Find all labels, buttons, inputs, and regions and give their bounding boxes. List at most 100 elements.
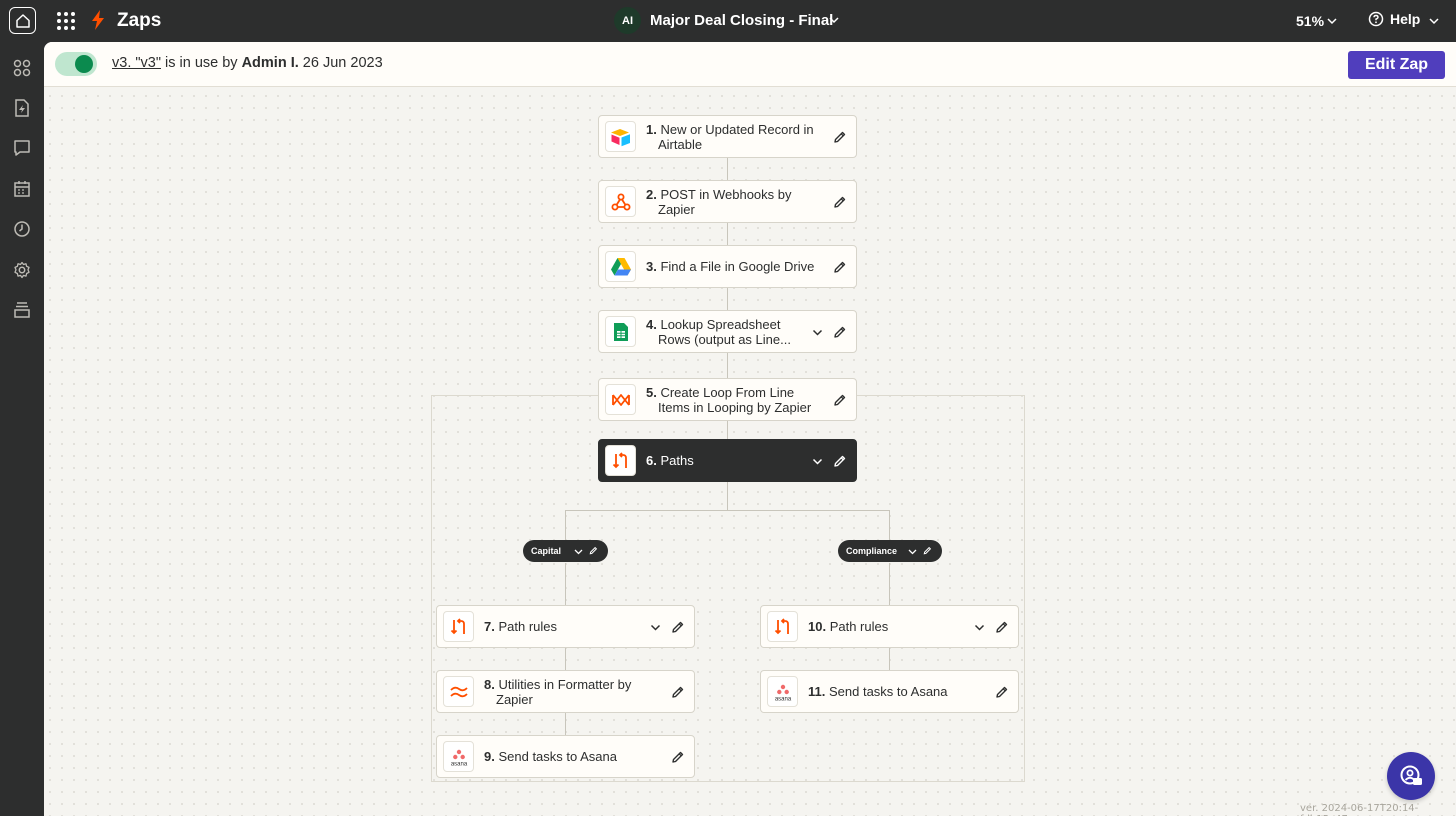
edit-pencil-icon[interactable]	[589, 546, 598, 555]
connector-line	[565, 510, 566, 541]
step-label: 11. Send tasks to Asana	[808, 684, 948, 699]
zap-step-2[interactable]: 2. POST in Webhooks by Zapier	[598, 180, 857, 223]
connector-line	[565, 510, 890, 511]
step-label: 10. Path rules	[808, 619, 889, 634]
step-label: 6. Paths	[646, 453, 694, 468]
edit-pencil-icon[interactable]	[833, 130, 847, 144]
chevron-down-icon[interactable]	[1326, 15, 1338, 27]
zapier-bolt-icon	[92, 10, 104, 30]
archive-icon[interactable]	[12, 300, 32, 320]
help-icon	[1368, 11, 1384, 27]
edit-pencil-icon[interactable]	[833, 325, 847, 339]
chevron-down-icon[interactable]	[974, 622, 985, 633]
zap-step-8[interactable]: 8. Utilities in Formatter by Zapier	[436, 670, 695, 713]
edit-pencil-icon[interactable]	[923, 546, 932, 555]
zoom-level[interactable]: 51%	[1296, 13, 1324, 29]
edit-pencil-icon[interactable]	[671, 750, 685, 764]
user-name: Admin I.	[241, 55, 299, 71]
version-date: 26 Jun 2023	[298, 55, 383, 71]
zap-step-7[interactable]: 7. Path rules	[436, 605, 695, 648]
chevron-down-icon[interactable]	[908, 547, 917, 556]
connector-line	[727, 421, 728, 440]
toggle-knob	[75, 55, 93, 73]
svg-text:asana: asana	[774, 696, 791, 702]
chevron-down-icon[interactable]	[574, 547, 583, 556]
help-button[interactable]: Help	[1368, 11, 1420, 27]
zap-canvas[interactable]: 1. New or Updated Record in Airtable 2. P…	[44, 42, 1456, 816]
zap-step-5[interactable]: 5. Create Loop From Line Items in Looping…	[598, 378, 857, 421]
connector-line	[565, 648, 566, 670]
connector-line	[727, 353, 728, 378]
ai-badge[interactable]: AI	[614, 7, 641, 34]
edit-pencil-icon[interactable]	[833, 260, 847, 274]
zap-status-bar: v3. "v3" is in use by Admin I. 26 Jun 20…	[44, 42, 1456, 87]
chevron-down-icon[interactable]	[1428, 15, 1440, 27]
edit-zap-button[interactable]: Edit Zap	[1348, 51, 1445, 79]
webhooks-icon	[605, 186, 636, 217]
paths-icon	[767, 611, 798, 642]
zap-step-10[interactable]: 10. Path rules	[760, 605, 1019, 648]
history-icon[interactable]	[12, 219, 32, 239]
edit-pencil-icon[interactable]	[671, 620, 685, 634]
step-label: 1. New or Updated Record in Airtable	[646, 122, 814, 152]
edit-pencil-icon[interactable]	[833, 454, 847, 468]
zap-editor: 1. New or Updated Record in Airtable 2. P…	[44, 42, 1456, 816]
step-label: 7. Path rules	[484, 619, 558, 634]
asana-icon: asana	[767, 676, 798, 707]
version-link[interactable]: v3. "v3"	[112, 55, 161, 71]
connector-line	[889, 510, 890, 541]
google-sheets-icon	[605, 316, 636, 347]
step-label: 2. POST in Webhooks by Zapier	[646, 187, 792, 217]
airtable-icon	[605, 121, 636, 152]
formatter-icon	[443, 676, 474, 707]
zap-title[interactable]: Major Deal Closing - Final	[650, 12, 833, 29]
settings-icon[interactable]	[12, 260, 32, 280]
zap-step-1[interactable]: 1. New or Updated Record in Airtable	[598, 115, 857, 158]
chat-icon[interactable]	[12, 138, 32, 158]
sidebar	[0, 42, 44, 816]
chevron-down-icon[interactable]	[812, 327, 823, 338]
zap-step-9[interactable]: asana 9. Send tasks to Asana	[436, 735, 695, 778]
connector-line	[889, 648, 890, 670]
connector-line	[727, 288, 728, 310]
connector-line	[565, 713, 566, 735]
edit-pencil-icon[interactable]	[671, 685, 685, 699]
build-version: ver. 2024-06-17T20:14-fdb15e47	[1300, 803, 1419, 816]
zap-step-3[interactable]: 3. Find a File in Google Drive	[598, 245, 857, 288]
zap-on-toggle[interactable]	[55, 52, 97, 76]
app-grid-button[interactable]	[57, 12, 75, 30]
path-name: Compliance	[846, 546, 898, 556]
edit-pencil-icon[interactable]	[833, 393, 847, 407]
path-pill-compliance[interactable]: Compliance	[838, 540, 942, 562]
chevron-down-icon[interactable]	[650, 622, 661, 633]
chevron-down-icon[interactable]	[812, 456, 823, 467]
support-chat-button[interactable]	[1387, 752, 1435, 800]
home-icon	[15, 13, 30, 28]
apps-icon[interactable]	[12, 58, 32, 78]
edit-pencil-icon[interactable]	[995, 685, 1009, 699]
app-title: Zaps	[117, 10, 162, 31]
connector-line	[565, 563, 566, 605]
support-chat-icon	[1400, 765, 1422, 785]
calendar-icon[interactable]	[12, 179, 32, 199]
chevron-down-icon[interactable]	[828, 14, 840, 26]
home-button[interactable]	[9, 7, 36, 34]
edit-pencil-icon[interactable]	[995, 620, 1009, 634]
zap-step-4[interactable]: 4. Lookup Spreadsheet Rows (output as Lin…	[598, 310, 857, 353]
google-drive-icon	[605, 251, 636, 282]
edit-pencil-icon[interactable]	[833, 195, 847, 209]
path-name: Capital	[531, 546, 562, 556]
path-pill-capital[interactable]: Capital	[523, 540, 608, 562]
zap-step-6-paths[interactable]: 6. Paths	[598, 439, 857, 482]
version-status: v3. "v3" is in use by Admin I. 26 Jun 20…	[112, 55, 383, 71]
step-label: 5. Create Loop From Line Items in Looping…	[646, 385, 812, 415]
help-label: Help	[1390, 11, 1421, 27]
step-label: 9. Send tasks to Asana	[484, 749, 617, 764]
zap-file-icon[interactable]	[12, 98, 32, 118]
paths-icon	[605, 445, 636, 476]
connector-line	[889, 563, 890, 605]
zap-step-11[interactable]: asana 11. Send tasks to Asana	[760, 670, 1019, 713]
connector-line	[727, 223, 728, 245]
step-label: 4. Lookup Spreadsheet Rows (output as Lin…	[646, 317, 791, 347]
asana-icon: asana	[443, 741, 474, 772]
